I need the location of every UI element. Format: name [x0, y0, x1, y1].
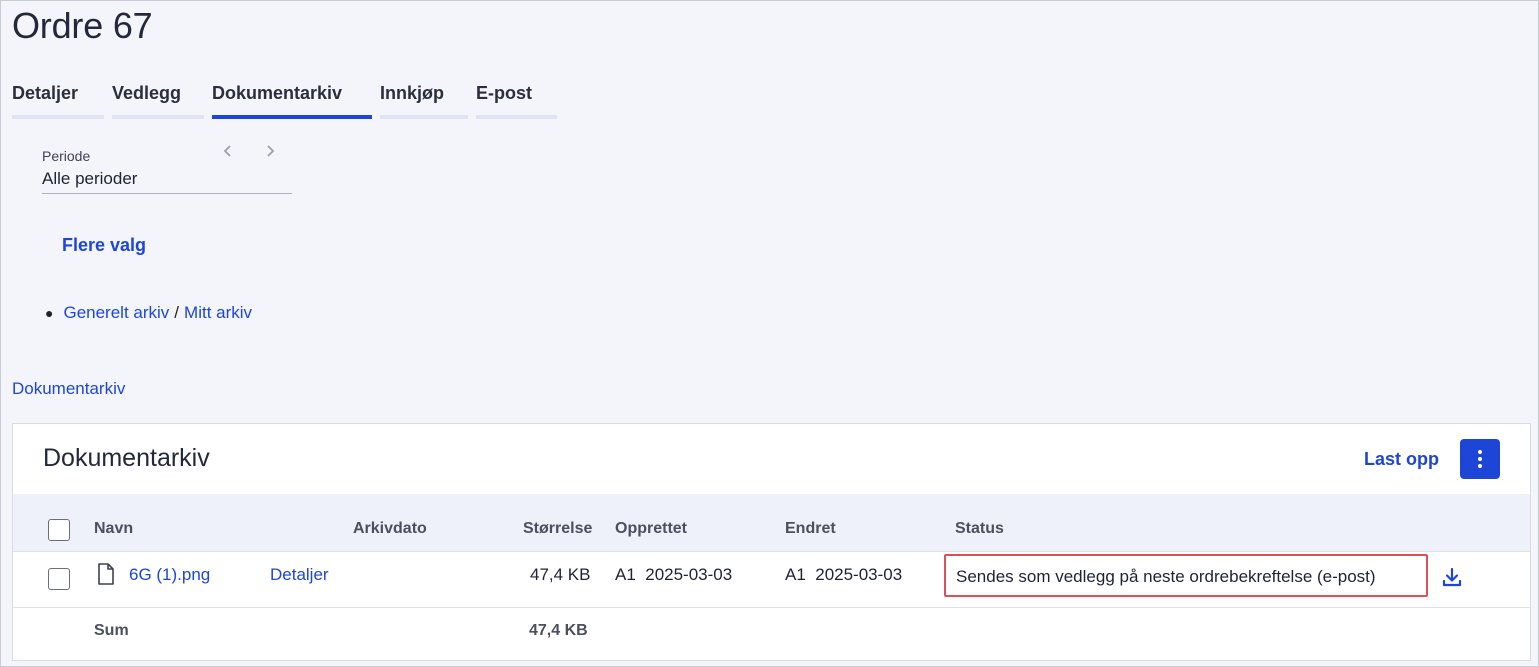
column-size[interactable]: Størrelse [523, 520, 592, 538]
tab-bar: Detaljer Vedlegg Dokumentarkiv Innkjøp E… [12, 81, 557, 119]
period-label: Periode [42, 148, 91, 164]
tab-detaljer[interactable]: Detaljer [12, 81, 104, 119]
tab-vedlegg[interactable]: Vedlegg [112, 81, 204, 119]
table-row: 6G (1).png Detaljer 47,4 KB A1 2025-03-0… [13, 552, 1530, 608]
sum-label: Sum [94, 622, 129, 639]
column-modified[interactable]: Endret [785, 520, 836, 538]
download-icon[interactable] [1441, 566, 1463, 593]
details-link[interactable]: Detaljer [270, 565, 329, 585]
kebab-menu-icon[interactable] [1460, 439, 1500, 479]
general-archive-link[interactable]: Generelt arkiv [63, 303, 169, 323]
my-archive-link[interactable]: Mitt arkiv [184, 303, 252, 323]
status-cell: Sendes som vedlegg på neste ordrebekreft… [944, 554, 1428, 597]
period-value: Alle perioder [42, 169, 138, 188]
created-cell: A1 2025-03-03 [615, 565, 733, 584]
tab-innkjop[interactable]: Innkjøp [380, 81, 468, 119]
more-options-button[interactable]: Flere valg [62, 235, 146, 256]
bullet: ● [45, 305, 54, 321]
select-all-checkbox[interactable] [48, 519, 70, 541]
column-created[interactable]: Opprettet [615, 520, 687, 538]
tab-epost[interactable]: E-post [476, 81, 557, 119]
page-title: Ordre 67 [12, 5, 153, 46]
path-separator: / [174, 303, 180, 322]
table-header: Navn Arkivdato Størrelse Opprettet Endre… [13, 494, 1530, 552]
file-name-link[interactable]: 6G (1).png [129, 565, 210, 585]
upload-button[interactable]: Last opp [1364, 449, 1439, 470]
sum-size: 47,4 KB [529, 622, 588, 639]
chevron-left-icon[interactable] [222, 142, 234, 163]
size-cell: 47,4 KB [530, 565, 591, 584]
tab-dokumentarkiv[interactable]: Dokumentarkiv [212, 81, 372, 119]
chevron-right-icon[interactable] [264, 142, 276, 163]
modified-cell: A1 2025-03-03 [785, 565, 903, 584]
column-name[interactable]: Navn [94, 520, 133, 538]
archive-path: ● Generelt arkiv / Mitt arkiv [45, 303, 252, 323]
table-sum-row: Sum 47,4 KB [13, 608, 1530, 660]
column-status[interactable]: Status [955, 520, 1004, 538]
document-archive-panel: Dokumentarkiv Last opp Navn Arkivdato St… [12, 423, 1531, 661]
panel-title: Dokumentarkiv [43, 444, 210, 472]
period-select[interactable]: Periode Alle perioder [42, 144, 292, 194]
breadcrumb[interactable]: Dokumentarkiv [12, 379, 125, 399]
file-icon [97, 563, 115, 590]
column-archive-date[interactable]: Arkivdato [353, 520, 427, 538]
row-checkbox[interactable] [48, 568, 70, 590]
